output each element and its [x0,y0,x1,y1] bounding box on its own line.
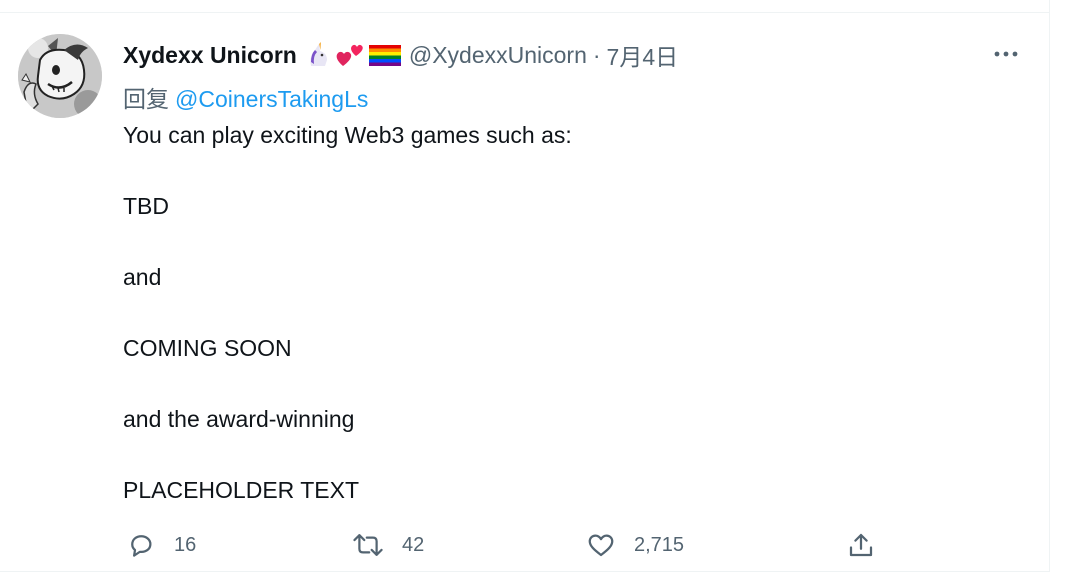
tweet-text-line-6: PLACEHOLDER TEXT [123,477,360,503]
more-options-button[interactable] [990,42,1022,66]
tweet-text-line-1: You can play exciting Web3 games such as… [123,122,572,148]
reply-prefix: 回复 [123,86,169,112]
tweet-date[interactable]: 7月4日 [607,38,679,72]
separator-dot: · [592,41,601,68]
avatar[interactable] [18,34,102,118]
retweet-icon [353,534,383,556]
unicorn-emoji [310,42,327,66]
reply-bubble-icon [131,535,152,557]
top-divider [0,12,1050,13]
retweet-button[interactable]: 42 [352,530,424,560]
reply-button[interactable]: 16 [126,530,196,560]
tweet-text-line-3: and [123,264,162,290]
replying-to: 回复 @CoinersTakingLs [123,80,368,114]
display-name[interactable]: Xydexx Unicorn [123,42,297,69]
tweet-text-line-4: COMING SOON [123,335,292,361]
like-button[interactable]: 2,715 [586,530,684,560]
tweet-header: Xydexx Unicorn @XydexxUnicorn · 7月4日 [123,37,678,73]
reply-count: 16 [174,533,197,556]
two-hearts-emoji [336,44,363,66]
heart-icon [588,534,614,557]
like-count: 2,715 [634,533,685,556]
more-horizontal-icon [994,51,1018,57]
tweet-text-line-5: and the award-winning [123,406,355,432]
retweet-count: 42 [402,533,425,556]
name-emojis [305,42,401,68]
share-icon [849,533,873,557]
share-button[interactable] [846,530,876,560]
tweet-card[interactable]: Xydexx Unicorn @XydexxUnicorn · 7月4日 回复 … [0,0,1050,572]
rainbow-flag-emoji [368,45,401,66]
tweet-text-line-2: TBD [123,193,169,219]
user-handle[interactable]: @XydexxUnicorn [409,42,587,69]
reply-mention-link[interactable]: @CoinersTakingLs [175,86,368,112]
